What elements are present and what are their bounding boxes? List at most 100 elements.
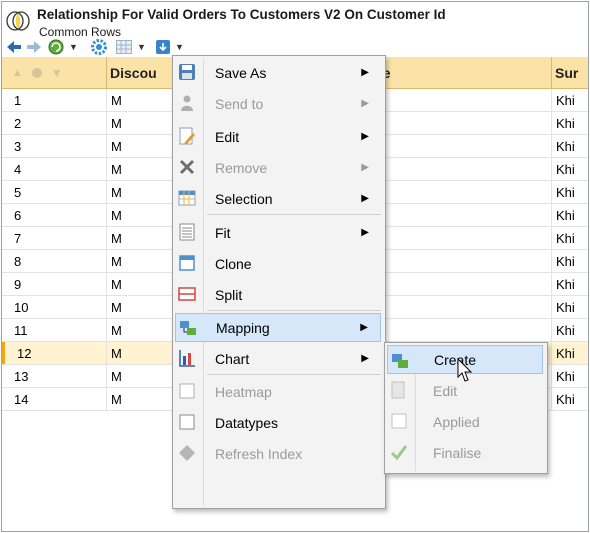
discount-cell[interactable]: M <box>106 158 170 180</box>
surname-cell[interactable]: Khi <box>551 181 588 203</box>
chevron-down-icon: ▼ <box>69 42 78 52</box>
column-header-surname[interactable]: Sur <box>555 57 588 88</box>
mapping-icon <box>180 321 196 335</box>
menu-item-label: Send to <box>215 95 264 112</box>
surname-cell[interactable]: Khi <box>551 89 588 111</box>
mouse-pointer-icon <box>457 358 473 382</box>
row-number: 10 <box>14 299 29 315</box>
status-dot-icon <box>31 67 42 78</box>
surname-cell[interactable]: Khi <box>551 227 588 249</box>
menu-item-label: Save As <box>215 64 267 81</box>
menu-item-refresh-index[interactable]: Refresh Index <box>175 439 381 468</box>
submenu-arrow-icon: ▶ <box>360 322 368 333</box>
discount-cell[interactable]: M <box>106 204 170 226</box>
row-header-controls[interactable]: ▲ ▼ <box>12 57 92 88</box>
menu-item-mapping[interactable]: Mapping ▶ <box>175 313 381 342</box>
column-divider <box>551 57 552 88</box>
row-number: 7 <box>14 230 22 246</box>
row-number: 2 <box>14 115 22 131</box>
export-icon <box>156 40 171 54</box>
discount-cell[interactable]: M <box>106 227 170 249</box>
menu-item-remove[interactable]: Remove ▶ <box>175 153 381 182</box>
menu-separator <box>207 310 381 311</box>
column-header-discount[interactable]: Discou <box>110 57 170 88</box>
panel-title: Relationship For Valid Orders To Custome… <box>37 7 446 22</box>
menu-item-save-as[interactable]: Save As ▶ <box>175 58 381 87</box>
discount-cell[interactable]: M <box>106 181 170 203</box>
surname-cell[interactable]: Khi <box>551 296 588 318</box>
menu-item-datatypes[interactable]: Datatypes <box>175 408 381 437</box>
export-dropdown[interactable]: ▼ <box>154 38 186 56</box>
applied-icon <box>391 413 407 429</box>
discount-cell[interactable]: M <box>106 250 170 272</box>
row-number: 12 <box>2 342 106 364</box>
submenu-arrow-icon: ▶ <box>361 131 369 142</box>
surname-cell[interactable]: Khi <box>551 319 588 341</box>
panel-header: Relationship For Valid Orders To Custome… <box>2 2 588 56</box>
surname-cell[interactable]: Khi <box>551 204 588 226</box>
menu-item-label: Clone <box>215 255 252 272</box>
submenu-item-applied[interactable]: Applied <box>387 407 543 436</box>
venn-relationship-icon <box>6 11 30 31</box>
discount-cell[interactable]: M <box>106 365 170 387</box>
menu-separator <box>207 214 381 215</box>
menu-item-send-to[interactable]: Send to ▶ <box>175 89 381 118</box>
menu-item-fit[interactable]: Fit ▶ <box>175 218 381 247</box>
surname-cell[interactable]: Khi <box>551 135 588 157</box>
menu-item-clone[interactable]: Clone <box>175 249 381 278</box>
discount-cell[interactable]: M <box>106 89 170 111</box>
submenu-item-label: Applied <box>433 413 480 430</box>
forward-button[interactable] <box>26 38 42 56</box>
row-number: 1 <box>14 92 22 108</box>
menu-item-selection[interactable]: Selection ▶ <box>175 184 381 213</box>
back-button[interactable] <box>6 38 22 56</box>
gear-icon <box>91 39 107 55</box>
fit-icon <box>179 223 195 241</box>
settings-button[interactable] <box>90 38 108 56</box>
submenu-arrow-icon: ▶ <box>361 353 369 364</box>
menu-item-edit[interactable]: Edit ▶ <box>175 122 381 151</box>
table-view-dropdown[interactable]: ▼ <box>114 38 148 56</box>
discount-cell[interactable]: M <box>106 296 170 318</box>
submenu-arrow-icon: ▶ <box>361 98 369 109</box>
surname-cell[interactable]: Khi <box>551 273 588 295</box>
menu-item-heatmap[interactable]: Heatmap <box>175 377 381 406</box>
discount-cell[interactable]: M <box>106 388 170 410</box>
discount-cell[interactable]: M <box>106 319 170 341</box>
menu-item-label: Datatypes <box>215 414 279 431</box>
refresh-dropdown[interactable]: ▼ <box>48 38 78 56</box>
surname-cell[interactable]: Khi <box>551 365 588 387</box>
clone-icon <box>179 255 195 271</box>
edit-mapping-icon <box>391 381 405 399</box>
arrow-left-icon <box>7 41 21 53</box>
chart-icon <box>179 350 195 367</box>
discount-cell[interactable]: M <box>106 342 170 364</box>
selection-icon <box>178 190 196 206</box>
discount-cell[interactable]: M <box>106 273 170 295</box>
menu-item-label: Refresh Index <box>215 445 303 462</box>
menu-item-split[interactable]: Split <box>175 280 381 309</box>
menu-item-label: Remove <box>215 159 268 176</box>
surname-cell[interactable]: Khi <box>551 388 588 410</box>
menu-item-chart[interactable]: Chart ▶ <box>175 344 381 373</box>
menu-separator <box>207 374 381 375</box>
surname-cell[interactable]: Khi <box>551 250 588 272</box>
submenu-item-label: Finalise <box>433 444 482 461</box>
refresh-index-icon <box>179 445 195 461</box>
arrow-right-icon <box>27 41 41 53</box>
row-number: 4 <box>14 161 22 177</box>
surname-cell[interactable]: Khi <box>551 112 588 134</box>
row-number: 14 <box>14 391 29 407</box>
filter-icon: ▼ <box>50 65 63 80</box>
save-icon <box>179 64 195 80</box>
surname-cell[interactable]: Khi <box>551 158 588 180</box>
datatypes-icon <box>179 414 195 430</box>
menu-item-label: Chart <box>215 350 250 367</box>
row-number: 6 <box>14 207 22 223</box>
discount-cell[interactable]: M <box>106 135 170 157</box>
submenu-item-finalise[interactable]: Finalise <box>387 438 543 467</box>
discount-cell[interactable]: M <box>106 112 170 134</box>
submenu-item-label: Edit <box>433 382 458 399</box>
surname-cell[interactable]: Khi <box>551 342 588 364</box>
menu-item-label: Edit <box>215 128 240 145</box>
